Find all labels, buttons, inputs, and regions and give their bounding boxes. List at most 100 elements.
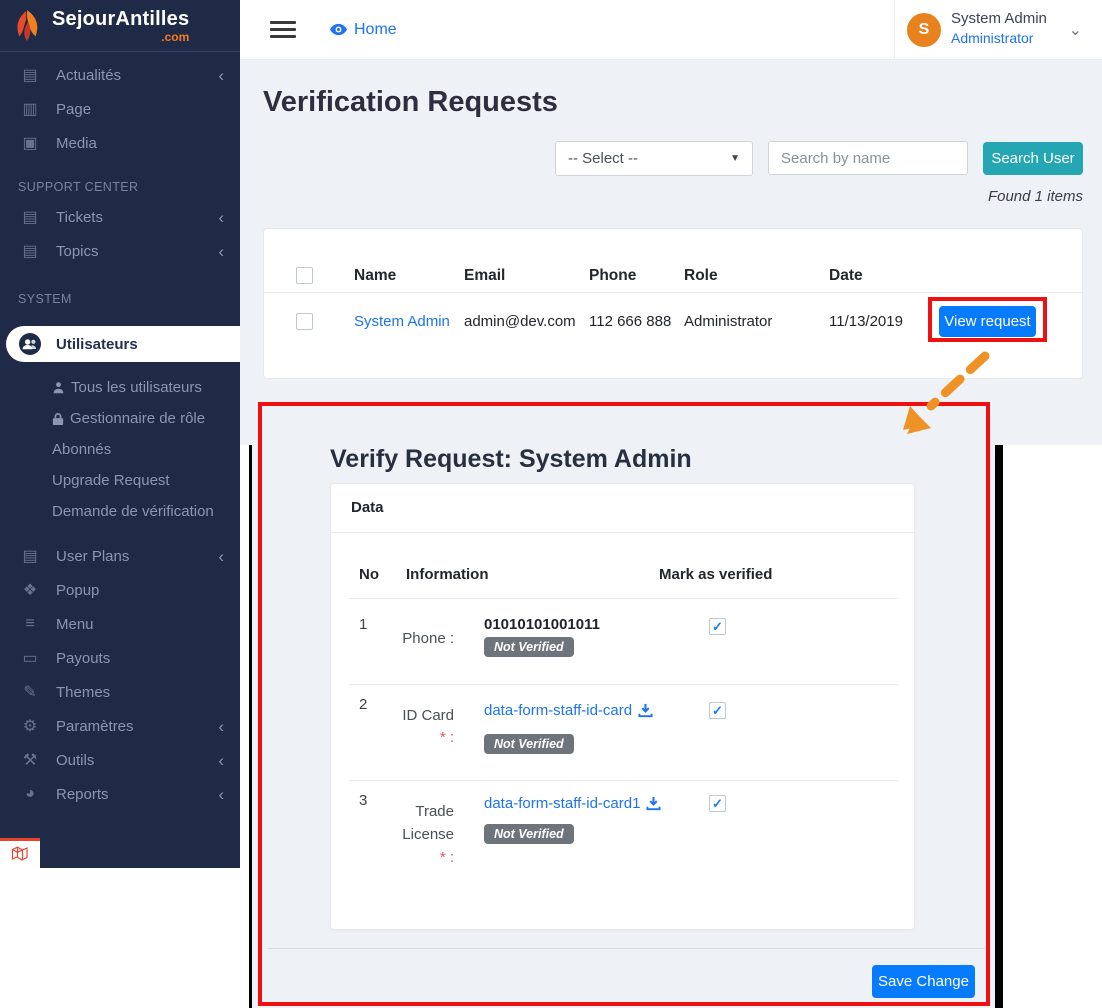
sidebar-item-page[interactable]: ▥ Page bbox=[0, 92, 240, 126]
chevron-left-icon: ‹ bbox=[218, 65, 224, 85]
select-all-checkbox[interactable] bbox=[296, 267, 313, 284]
book-icon: ▤ bbox=[22, 243, 38, 260]
data-card-header: Data bbox=[351, 499, 384, 516]
sidebar-subitem-demande-de-verification[interactable]: Demande de vérification bbox=[0, 496, 240, 527]
bird-logo-icon bbox=[17, 9, 38, 41]
topbar: Home S System Admin Administrator ⌄ bbox=[240, 0, 1102, 60]
row-email: admin@dev.com bbox=[464, 313, 576, 330]
hamburger-menu-icon[interactable] bbox=[270, 17, 296, 42]
required-marker: * : bbox=[439, 729, 454, 746]
filter-select-value: -- Select -- bbox=[568, 150, 639, 167]
sidebar-subitem-upgrade-request[interactable]: Upgrade Request bbox=[0, 465, 240, 496]
column-header-date: Date bbox=[829, 267, 863, 284]
sidebar-item-label: Paramètres bbox=[56, 717, 134, 735]
main-content: Verification Requests -- Select -- ▼ Sea… bbox=[240, 60, 1102, 445]
card-icon: ▭ bbox=[22, 650, 38, 667]
file-link-label: data-form-staff-id-card bbox=[484, 702, 633, 719]
id-card-file-link[interactable]: data-form-staff-id-card bbox=[484, 702, 653, 719]
chevron-left-icon: ‹ bbox=[218, 716, 224, 736]
layers-icon: ≡ bbox=[25, 615, 35, 632]
sidebar-item-tickets[interactable]: ▤ Tickets ‹ bbox=[0, 200, 240, 234]
sidebar-item-label: Page bbox=[56, 100, 92, 118]
sidebar-item-parametres[interactable]: ⚙ Paramètres ‹ bbox=[0, 709, 240, 743]
sidebar-item-topics[interactable]: ▤ Topics ‹ bbox=[0, 234, 240, 268]
row-label: Trade bbox=[415, 803, 454, 820]
row-divider bbox=[349, 780, 898, 781]
laravel-debugbar-toggle[interactable] bbox=[0, 838, 40, 868]
search-user-button[interactable]: Search User bbox=[983, 142, 1083, 175]
sidebar-subitem-label: Demande de vérification bbox=[52, 503, 214, 520]
footer-divider bbox=[268, 948, 985, 949]
page-title: Verification Requests bbox=[263, 86, 558, 118]
sidebar-subitem-label: Gestionnaire de rôle bbox=[70, 410, 206, 427]
row-label: ID Card bbox=[402, 707, 454, 724]
sidebar-item-actualites[interactable]: ▤ Actualités ‹ bbox=[0, 58, 240, 92]
mark-verified-checkbox[interactable]: ✓ bbox=[709, 702, 726, 719]
user-menu[interactable]: S System Admin Administrator ⌄ bbox=[894, 0, 1102, 59]
sidebar-subitem-label: Abonnés bbox=[52, 441, 112, 458]
row-checkbox[interactable] bbox=[296, 313, 313, 330]
brush-icon: ✎ bbox=[23, 684, 37, 701]
hammer-icon: ⚒ bbox=[22, 752, 38, 769]
column-header-information: Information bbox=[406, 566, 489, 583]
brand-tld: .com bbox=[161, 29, 190, 44]
row-number: 2 bbox=[359, 696, 368, 713]
sidebar-item-label: Reports bbox=[56, 785, 109, 803]
row-label: License bbox=[402, 826, 454, 843]
person-icon bbox=[53, 382, 64, 394]
brand-logo[interactable]: SejourAntilles .com bbox=[0, 0, 240, 52]
sidebar-subitem-tous-les-utilisateurs[interactable]: Tous les utilisateurs bbox=[0, 372, 240, 403]
chevron-left-icon: ‹ bbox=[218, 207, 224, 227]
required-marker: * : bbox=[439, 849, 454, 866]
filter-select[interactable]: -- Select -- ▼ bbox=[555, 141, 753, 176]
card-divider bbox=[331, 532, 914, 533]
sidebar-item-user-plans[interactable]: ▤ User Plans ‹ bbox=[0, 539, 240, 573]
save-change-button[interactable]: Save Change bbox=[872, 965, 975, 998]
sidebar-item-media[interactable]: ▣ Media bbox=[0, 126, 240, 160]
download-icon bbox=[638, 703, 653, 718]
sidebar-item-reports[interactable]: ◕ Reports ‹ bbox=[0, 777, 240, 811]
sidebar-subitem-abonnes[interactable]: Abonnés bbox=[0, 434, 240, 465]
verify-request-title: Verify Request: System Admin bbox=[330, 445, 692, 473]
column-header-phone: Phone bbox=[589, 267, 637, 284]
phone-value: 01010101001011 bbox=[484, 616, 600, 633]
sidebar-item-popup[interactable]: ❖ Popup bbox=[0, 573, 240, 607]
utilisateurs-submenu: Tous les utilisateurs Gestionnaire de rô… bbox=[0, 362, 240, 533]
column-header-no: No bbox=[359, 566, 379, 583]
row-divider bbox=[349, 684, 898, 685]
lock-icon bbox=[52, 412, 64, 425]
pie-chart-icon: ◕ bbox=[25, 785, 35, 802]
file-link-label: data-form-staff-id-card1 bbox=[484, 795, 641, 812]
view-request-button[interactable]: View request bbox=[939, 306, 1036, 337]
laravel-logo-icon bbox=[11, 846, 28, 861]
sidebar-subitem-gestionnaire-de-role[interactable]: Gestionnaire de rôle bbox=[0, 403, 240, 434]
trade-license-file-link[interactable]: data-form-staff-id-card1 bbox=[484, 795, 661, 812]
column-header-role: Role bbox=[684, 267, 718, 284]
sidebar-item-payouts[interactable]: ▭ Payouts bbox=[0, 641, 240, 675]
sidebar-item-themes[interactable]: ✎ Themes bbox=[0, 675, 240, 709]
row-label: Phone : bbox=[402, 630, 454, 647]
sidebar-item-label: Tickets bbox=[56, 208, 103, 226]
sidebar-item-label: Payouts bbox=[56, 649, 111, 667]
search-input[interactable] bbox=[768, 141, 968, 175]
pages-icon: ▥ bbox=[22, 101, 38, 118]
user-name: System Admin bbox=[951, 10, 1047, 28]
sidebar-section-system: SYSTEM bbox=[18, 292, 72, 306]
home-link[interactable]: Home bbox=[330, 21, 397, 39]
mark-verified-checkbox[interactable]: ✓ bbox=[709, 795, 726, 812]
sidebar-item-utilisateurs[interactable]: Utilisateurs bbox=[6, 326, 240, 362]
column-header-mark-as-verified: Mark as verified bbox=[659, 566, 773, 583]
sidebar-item-label: Popup bbox=[56, 581, 100, 599]
gear-icon: ⚙ bbox=[22, 718, 38, 735]
sidebar-item-label: Utilisateurs bbox=[56, 335, 138, 353]
row-name-link[interactable]: System Admin bbox=[354, 313, 450, 330]
sidebar-item-menu[interactable]: ≡ Menu bbox=[0, 607, 240, 641]
sidebar: SejourAntilles .com ▤ Actualités ‹ ▥ Pag… bbox=[0, 0, 240, 868]
annotation-highlight-box: View request bbox=[928, 297, 1047, 342]
sidebar-item-outils[interactable]: ⚒ Outils ‹ bbox=[0, 743, 240, 777]
data-card: Data No Information Mark as verified 1 P… bbox=[330, 483, 915, 930]
found-items-text: Found 1 items bbox=[987, 188, 1083, 205]
image-icon: ▣ bbox=[22, 135, 38, 152]
mark-verified-checkbox[interactable]: ✓ bbox=[709, 618, 726, 635]
not-verified-badge: Not Verified bbox=[484, 734, 574, 754]
